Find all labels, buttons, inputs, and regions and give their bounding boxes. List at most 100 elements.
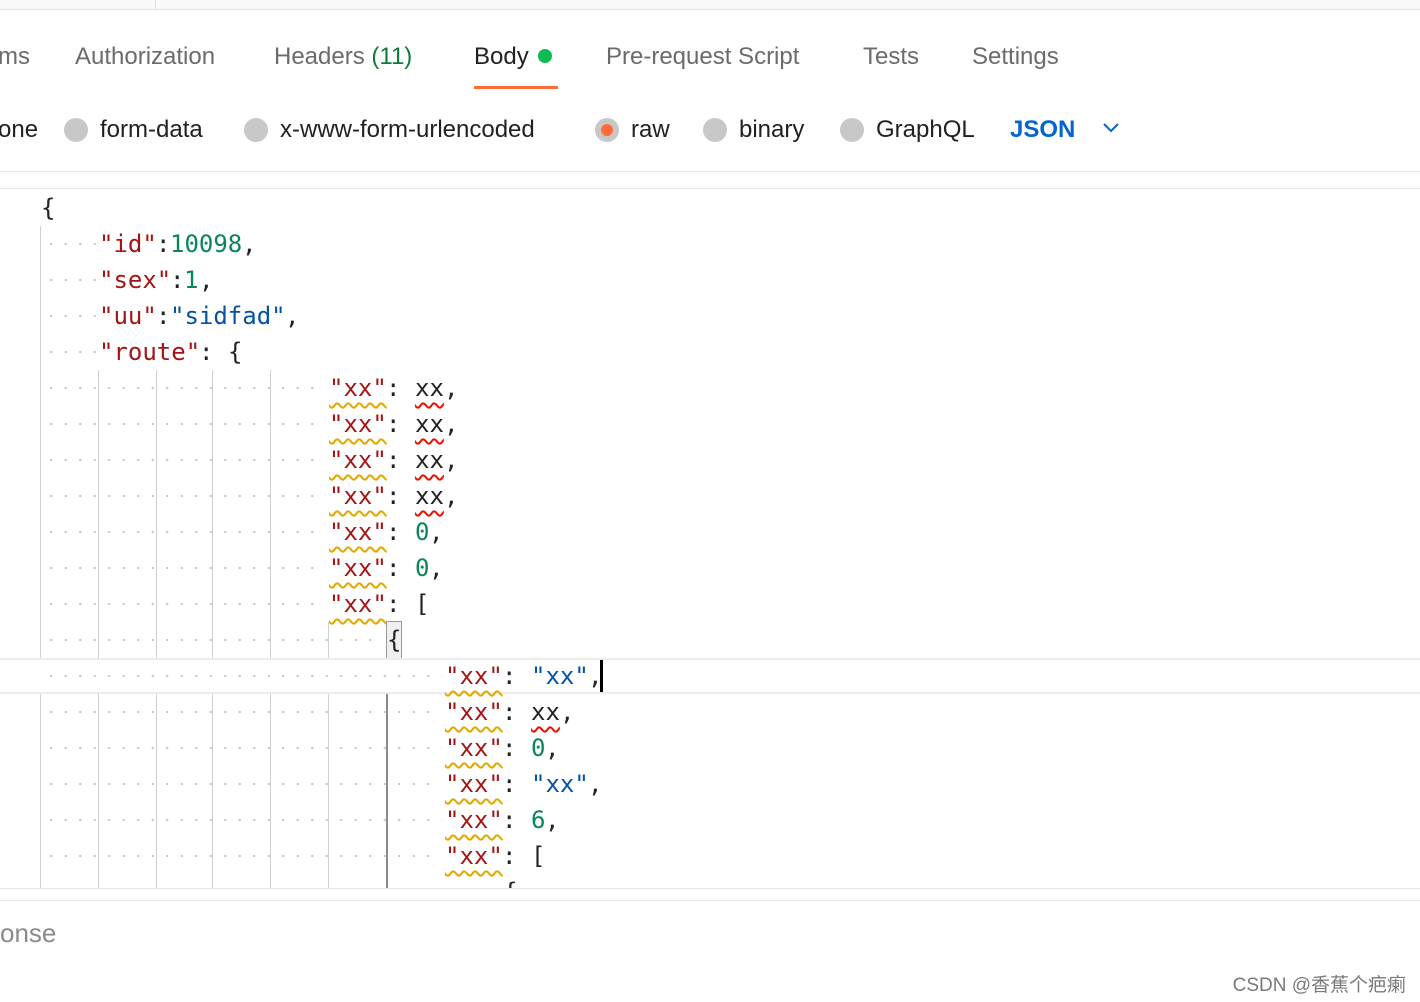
body-type-graphql[interactable]: GraphQL bbox=[840, 112, 975, 148]
tab-label: Pre-request Script bbox=[606, 43, 800, 70]
json-key: "xx" bbox=[329, 554, 387, 582]
open-bracket: [ bbox=[531, 842, 546, 870]
whitespace-dots bbox=[44, 855, 442, 857]
toolbar-divider bbox=[155, 0, 156, 9]
comma: , bbox=[429, 554, 444, 582]
code-line: "xx" : "xx" , bbox=[0, 766, 1420, 802]
whitespace-dots bbox=[44, 639, 384, 641]
open-bracket: [ bbox=[415, 590, 430, 618]
code-line: "xx" : xx , bbox=[0, 406, 1420, 442]
colon: : bbox=[386, 446, 401, 474]
whitespace-dots bbox=[44, 459, 326, 461]
option-label: binary bbox=[739, 116, 805, 143]
json-key: "xx" bbox=[445, 734, 503, 762]
watermark: CSDN @香蕉个疤瘌 bbox=[1232, 975, 1406, 996]
code-line: "xx" : 0 , bbox=[0, 514, 1420, 550]
comma: , bbox=[444, 446, 459, 474]
whitespace-dots bbox=[44, 675, 442, 677]
code-line: "route" : { bbox=[0, 334, 1420, 370]
body-type-raw[interactable]: raw bbox=[595, 112, 670, 148]
tab-pre-request-script[interactable]: Pre-request Script bbox=[606, 40, 799, 74]
tab-params[interactable]: ms bbox=[0, 40, 30, 74]
colon: : bbox=[170, 266, 185, 294]
json-number: 0 bbox=[415, 554, 430, 582]
colon: : bbox=[199, 338, 214, 366]
whitespace-dots bbox=[44, 387, 326, 389]
json-key: "xx" bbox=[445, 662, 503, 690]
whitespace-dots bbox=[44, 243, 96, 245]
whitespace-dots bbox=[44, 603, 326, 605]
tab-headers[interactable]: Headers (11) bbox=[274, 40, 412, 74]
tab-label: ms bbox=[0, 43, 30, 70]
json-key: "xx" bbox=[329, 518, 387, 546]
code-line: "uu" : "sidfad" , bbox=[0, 298, 1420, 334]
tab-label: Authorization bbox=[75, 43, 216, 70]
colon: : bbox=[386, 482, 401, 510]
tab-label: Headers bbox=[274, 43, 365, 70]
tab-settings[interactable]: Settings bbox=[972, 40, 1059, 74]
divider bbox=[0, 888, 1420, 889]
response-section-label[interactable]: onse bbox=[0, 918, 56, 949]
code-line: "xx" : 0 , bbox=[0, 730, 1420, 766]
json-key: "id" bbox=[99, 230, 157, 258]
radio-icon[interactable] bbox=[840, 118, 864, 142]
whitespace-dots bbox=[44, 531, 326, 533]
comma: , bbox=[444, 410, 459, 438]
top-toolbar-strip bbox=[0, 0, 1420, 10]
radio-icon[interactable] bbox=[244, 118, 268, 142]
colon: : bbox=[156, 230, 171, 258]
json-string: "xx" bbox=[531, 662, 589, 690]
whitespace-dots bbox=[44, 567, 326, 569]
code-line: "xx" : [ bbox=[0, 838, 1420, 874]
code-line-current: "xx" : "xx" , bbox=[0, 658, 1420, 694]
colon: : bbox=[386, 410, 401, 438]
json-invalid-value: xx bbox=[415, 482, 444, 510]
colon: : bbox=[502, 842, 517, 870]
comma: , bbox=[285, 302, 300, 330]
chevron-down-icon[interactable] bbox=[1103, 120, 1119, 136]
divider bbox=[0, 171, 1420, 172]
radio-icon[interactable] bbox=[703, 118, 727, 142]
whitespace-dots bbox=[44, 351, 96, 353]
comma: , bbox=[429, 518, 444, 546]
json-invalid-value: xx bbox=[415, 446, 444, 474]
tab-tests[interactable]: Tests bbox=[863, 40, 919, 74]
json-key: "xx" bbox=[329, 410, 387, 438]
json-number: 6 bbox=[531, 806, 546, 834]
whitespace-dots bbox=[44, 279, 96, 281]
active-tab-indicator bbox=[474, 86, 558, 89]
code-line: "xx" : xx , bbox=[0, 694, 1420, 730]
json-number: 0 bbox=[531, 734, 546, 762]
open-brace: { bbox=[228, 338, 243, 366]
colon: : bbox=[386, 554, 401, 582]
body-type-binary[interactable]: binary bbox=[703, 112, 804, 148]
json-key: "sex" bbox=[99, 266, 172, 294]
headers-count: (11) bbox=[371, 43, 413, 70]
code-line: { bbox=[0, 874, 1420, 888]
comma: , bbox=[545, 734, 560, 762]
json-string: "xx" bbox=[531, 770, 589, 798]
comma: , bbox=[545, 806, 560, 834]
radio-icon[interactable] bbox=[64, 118, 88, 142]
colon: : bbox=[502, 734, 517, 762]
code-editor[interactable]: { "id" : 10098 , "sex" : 1 , "uu" : "sid… bbox=[0, 190, 1420, 888]
code-line: "sex" : 1 , bbox=[0, 262, 1420, 298]
code-line: "id" : 10098 , bbox=[0, 226, 1420, 262]
code-line: { bbox=[0, 621, 1420, 659]
tab-body[interactable]: Body bbox=[474, 40, 552, 74]
code-line: "xx" : [ bbox=[0, 586, 1420, 622]
colon: : bbox=[386, 374, 401, 402]
json-key: "xx" bbox=[329, 374, 387, 402]
body-type-urlencoded[interactable]: x-www-form-urlencoded bbox=[244, 112, 535, 148]
tab-authorization[interactable]: Authorization bbox=[75, 40, 215, 74]
comma: , bbox=[560, 698, 575, 726]
json-invalid-value: xx bbox=[415, 374, 444, 402]
json-key: "uu" bbox=[99, 302, 157, 330]
body-type-form-data[interactable]: form-data bbox=[64, 112, 203, 148]
language-select[interactable]: JSON bbox=[1010, 112, 1075, 148]
body-type-none[interactable]: one bbox=[0, 112, 38, 148]
json-number: 10098 bbox=[170, 230, 243, 258]
radio-icon[interactable] bbox=[595, 118, 619, 142]
code-line: "xx" : xx , bbox=[0, 478, 1420, 514]
status-dot-icon bbox=[537, 49, 552, 63]
